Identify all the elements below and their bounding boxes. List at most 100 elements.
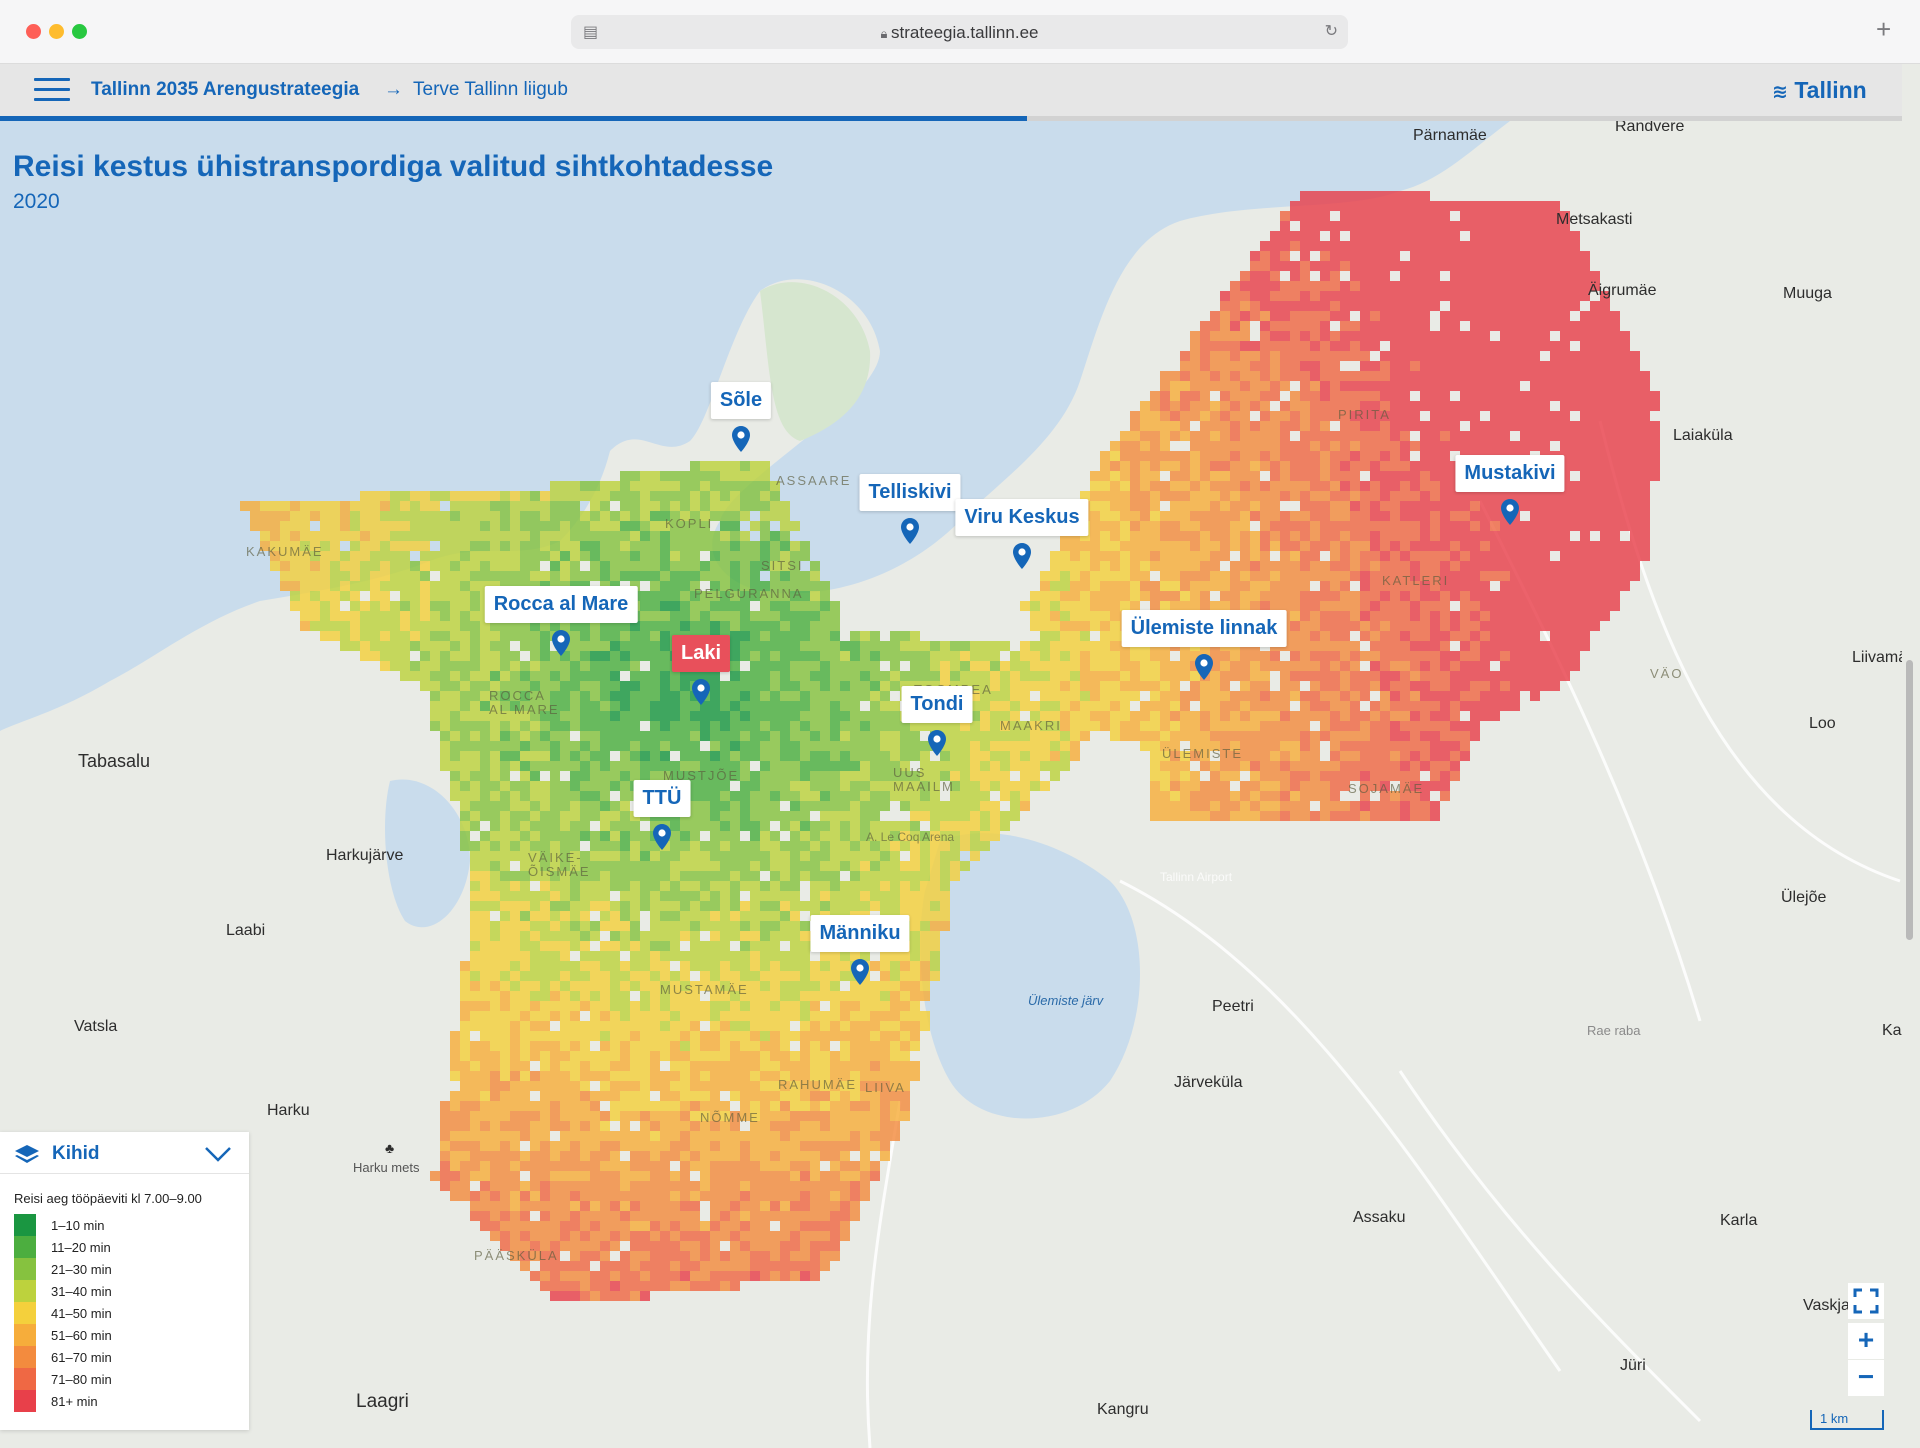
destination-label[interactable]: Laki	[671, 635, 731, 672]
place-label: Randvere	[1615, 121, 1685, 135]
place-label: Laabi	[226, 922, 266, 939]
maximize-window-button[interactable]	[72, 24, 87, 39]
place-label: Loo	[1809, 715, 1836, 732]
url-text: strateegia.tallinn.ee	[891, 23, 1039, 42]
menu-icon[interactable]	[34, 78, 70, 102]
legend-swatch	[14, 1324, 36, 1346]
legend-toggle[interactable]: Kihid	[0, 1132, 249, 1174]
place-label: Metsakasti	[1556, 211, 1633, 228]
close-window-button[interactable]	[26, 24, 41, 39]
fullscreen-icon[interactable]	[1848, 1283, 1884, 1319]
legend-swatch	[14, 1346, 36, 1368]
district-label: PIRITA	[1338, 407, 1391, 422]
district-label: MAAKRI	[1000, 718, 1062, 733]
poi-label: A. Le Coq Arena	[866, 830, 955, 844]
map-subtitle: 2020	[13, 190, 60, 213]
legend-label: 1–10 min	[51, 1218, 105, 1233]
place-label: Vaskja	[1803, 1297, 1850, 1314]
place-label: Karla	[1720, 1212, 1758, 1229]
place-label: Järveküla	[1174, 1074, 1243, 1091]
tallinn-crest-icon: ≋	[1772, 82, 1788, 103]
browser-toolbar: ▤ 🔒︎ strateegia.tallinn.ee ↻ +	[0, 0, 1920, 64]
chevron-down-icon[interactable]	[204, 1146, 232, 1162]
map-pin-icon[interactable]	[928, 730, 946, 756]
destination-label[interactable]: Sõle	[710, 382, 772, 419]
place-label: Assaku	[1353, 1209, 1406, 1226]
destination-label[interactable]: Männiku	[810, 915, 910, 952]
map-pin-icon[interactable]	[692, 679, 710, 705]
district-label: KAKUMÄE	[246, 544, 324, 559]
legend-label: 81+ min	[51, 1394, 98, 1409]
map-title: Reisi kestus ühistranspordiga valitud si…	[13, 150, 774, 183]
district-label: UUS MAAILM	[893, 765, 955, 794]
district-label: SOJAMÄE	[1348, 781, 1425, 796]
reload-icon[interactable]: ↻	[1325, 21, 1338, 41]
legend-label: 21–30 min	[51, 1262, 112, 1277]
district-label: ROCCA AL MARE	[489, 688, 560, 717]
map-pin-icon[interactable]	[1501, 499, 1519, 525]
tree-icon: ♣	[385, 1140, 395, 1156]
legend-swatch	[14, 1390, 36, 1412]
place-label: Rae raba	[1587, 1023, 1641, 1038]
zoom-out-button[interactable]: −	[1848, 1360, 1884, 1396]
district-label: KATLERI	[1382, 573, 1450, 588]
map-pin-icon[interactable]	[552, 630, 570, 656]
destination-label[interactable]: Viru Keskus	[955, 499, 1089, 536]
place-label: Laagri	[356, 1391, 409, 1412]
destination-label[interactable]: Telliskivi	[859, 474, 961, 511]
district-label: SITSI	[761, 558, 804, 573]
legend-swatch	[14, 1214, 36, 1236]
legend-label: 31–40 min	[51, 1284, 112, 1299]
legend-swatch	[14, 1236, 36, 1258]
destination-label[interactable]: TTÜ	[633, 780, 691, 817]
place-label: Laiaküla	[1673, 427, 1733, 444]
legend-label: 41–50 min	[51, 1306, 112, 1321]
destination-label[interactable]: Rocca al Mare	[484, 586, 638, 623]
place-label: Vatsla	[74, 1018, 118, 1035]
map-pin-icon[interactable]	[1195, 654, 1213, 680]
district-label: KOPLI	[665, 516, 714, 531]
map-pin-icon[interactable]	[732, 426, 750, 452]
destination-label[interactable]: Ülemiste linnak	[1121, 610, 1287, 647]
page-scrollbar[interactable]	[1906, 660, 1913, 940]
place-label: Pärnamäe	[1413, 127, 1487, 144]
destination-label[interactable]: Mustakivi	[1455, 455, 1565, 492]
travel-time-map[interactable]: Pärnamäe Randvere Metsakasti Äigrumäe Mu…	[0, 121, 1902, 1448]
district-label: VÄIKE- ÕISMÄE	[528, 850, 591, 879]
minimize-window-button[interactable]	[49, 24, 64, 39]
legend-label: 71–80 min	[51, 1372, 112, 1387]
breadcrumb-current[interactable]: Terve Tallinn liigub	[413, 79, 568, 101]
place-label: Tabasalu	[78, 751, 151, 771]
district-label: ASSAARE	[776, 473, 852, 488]
legend-caption: Reisi aeg tööpäeviti kl 7.00–9.00	[14, 1191, 202, 1206]
legend-label: 61–70 min	[51, 1350, 112, 1365]
map-pin-icon[interactable]	[901, 518, 919, 544]
legend-panel: Kihid Reisi aeg tööpäeviti kl 7.00–9.00 …	[0, 1132, 249, 1430]
map-pin-icon[interactable]	[851, 959, 869, 985]
place-label: Äigrumäe	[1588, 282, 1657, 299]
legend-swatch	[14, 1280, 36, 1302]
district-label: NÕMME	[700, 1110, 760, 1125]
district-label: MUSTAMÄE	[660, 982, 749, 997]
breadcrumb-root[interactable]: Tallinn 2035 Arengustrateegia	[91, 79, 359, 101]
place-label: ♣ Harku mets	[353, 1140, 420, 1175]
new-tab-icon[interactable]: +	[1876, 14, 1891, 45]
destination-label[interactable]: Tondi	[901, 686, 973, 723]
address-bar[interactable]: ▤ 🔒︎ strateegia.tallinn.ee ↻	[571, 15, 1348, 49]
layers-icon	[15, 1145, 39, 1163]
place-label: Kangru	[1097, 1401, 1149, 1418]
legend-swatch	[14, 1368, 36, 1390]
zoom-in-button[interactable]: +	[1848, 1323, 1884, 1359]
map-pin-icon[interactable]	[1013, 543, 1031, 569]
district-label: PÄÄSKÜLA	[474, 1248, 559, 1263]
place-label: Muuga	[1783, 285, 1832, 302]
lake-label: Ülemiste järv	[1028, 993, 1104, 1008]
map-pin-icon[interactable]	[653, 824, 671, 850]
poi-label: Tallinn Airport	[1160, 870, 1233, 884]
legend-label: 11–20 min	[51, 1240, 111, 1255]
district-label: PELGURANNA	[694, 586, 804, 601]
district-label: ÜLEMISTE	[1162, 746, 1244, 761]
tallinn-logo[interactable]: ≋ Tallinn	[1772, 77, 1867, 104]
place-label: Jüri	[1620, 1357, 1646, 1374]
legend-label: 51–60 min	[51, 1328, 112, 1343]
